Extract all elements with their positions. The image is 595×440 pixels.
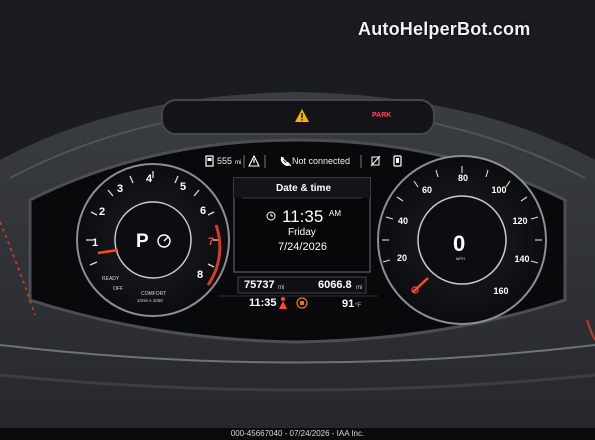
speed-tick-140: 140 <box>514 254 530 264</box>
speed-readout: 0 <box>453 231 466 256</box>
off-label: OFF <box>113 286 123 292</box>
tach-tick-4: 4 <box>145 173 153 185</box>
speed-tick-160: 160 <box>493 286 509 296</box>
date-text: 7/24/2026 <box>278 241 327 253</box>
speed-unit-label: MPH <box>456 256 465 261</box>
watermark-text: AutoHelperBot.com <box>358 19 531 39</box>
panel-title: Date & time <box>276 183 332 194</box>
tach-unit-label: 1/min x 1000 <box>137 298 163 303</box>
tach-tick-8: 8 <box>196 269 204 281</box>
tach-tick-2: 2 <box>98 206 106 218</box>
park-indicator: PARK <box>372 112 392 119</box>
footer-caption: 000-45667040 - 07/24/2026 - IAA Inc. <box>230 429 365 438</box>
speed-tick-100: 100 <box>491 185 507 195</box>
speed-tick-20: 20 <box>396 253 407 263</box>
clock-ampm: AM <box>329 209 341 218</box>
odometer-trip: 6066.8 <box>318 279 352 291</box>
tach-tick-1: 1 <box>91 237 99 249</box>
bottom-clock: 11:35 <box>249 297 277 309</box>
speed-tick-80: 80 <box>457 173 468 183</box>
ready-label: READY <box>102 276 120 282</box>
tach-tick-7: 7 <box>207 236 215 248</box>
range-value: 555 <box>217 156 233 166</box>
odometer-trip-unit: mi <box>356 285 363 291</box>
tach-tick-5: 5 <box>179 181 187 193</box>
tach-tick-3: 3 <box>116 183 124 195</box>
clock-time: 11:35 <box>282 207 324 226</box>
connection-status: Not connected <box>292 156 351 166</box>
tach-tick-6: 6 <box>199 205 207 217</box>
signal-no-icon <box>370 155 381 167</box>
odometer-total-unit: mi <box>278 285 285 291</box>
outside-temperature: 91 <box>342 298 355 310</box>
speed-tick-60: 60 <box>421 185 432 195</box>
gear-indicator: P <box>136 231 149 252</box>
temperature-unit: °F <box>355 303 362 309</box>
range-unit: mi <box>235 160 242 166</box>
odometer-total: 75737 <box>244 279 275 291</box>
drive-mode-label: COMFORT <box>141 291 167 297</box>
speed-tick-120: 120 <box>512 216 528 226</box>
day-of-week: Friday <box>288 227 316 238</box>
speed-tick-40: 40 <box>397 216 408 226</box>
